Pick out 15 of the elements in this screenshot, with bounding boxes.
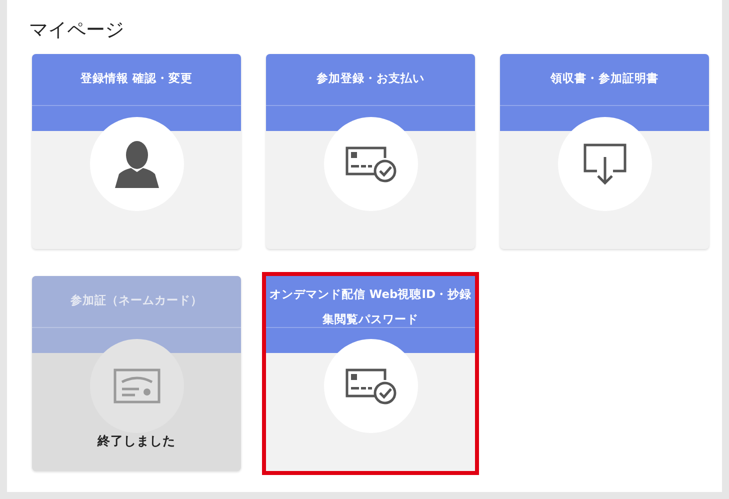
card-check-icon: [344, 366, 396, 406]
download-icon: [582, 143, 626, 185]
menu-card[interactable]: オンデマンド配信 Web視聴ID・抄録集閲覧パスワード: [266, 276, 475, 471]
card-title: 参加登録・お支払い: [316, 70, 426, 87]
page-title: マイページ: [29, 18, 125, 42]
card-title: 登録情報 確認・変更: [79, 70, 194, 87]
menu-card[interactable]: 参加登録・お支払い: [266, 54, 475, 249]
card-title: 参加証（ネームカード）: [70, 292, 204, 309]
card-check-icon: [344, 144, 396, 184]
status-text: 終了しました: [98, 433, 176, 449]
menu-card[interactable]: 領収書・参加証明書: [500, 54, 709, 249]
menu-card[interactable]: 登録情報 確認・変更: [32, 54, 241, 249]
card-title: 領収書・参加証明書: [549, 70, 660, 87]
name-card-icon: [112, 368, 160, 404]
card-title: オンデマンド配信 Web視聴ID・抄録集閲覧パスワード: [268, 286, 473, 328]
